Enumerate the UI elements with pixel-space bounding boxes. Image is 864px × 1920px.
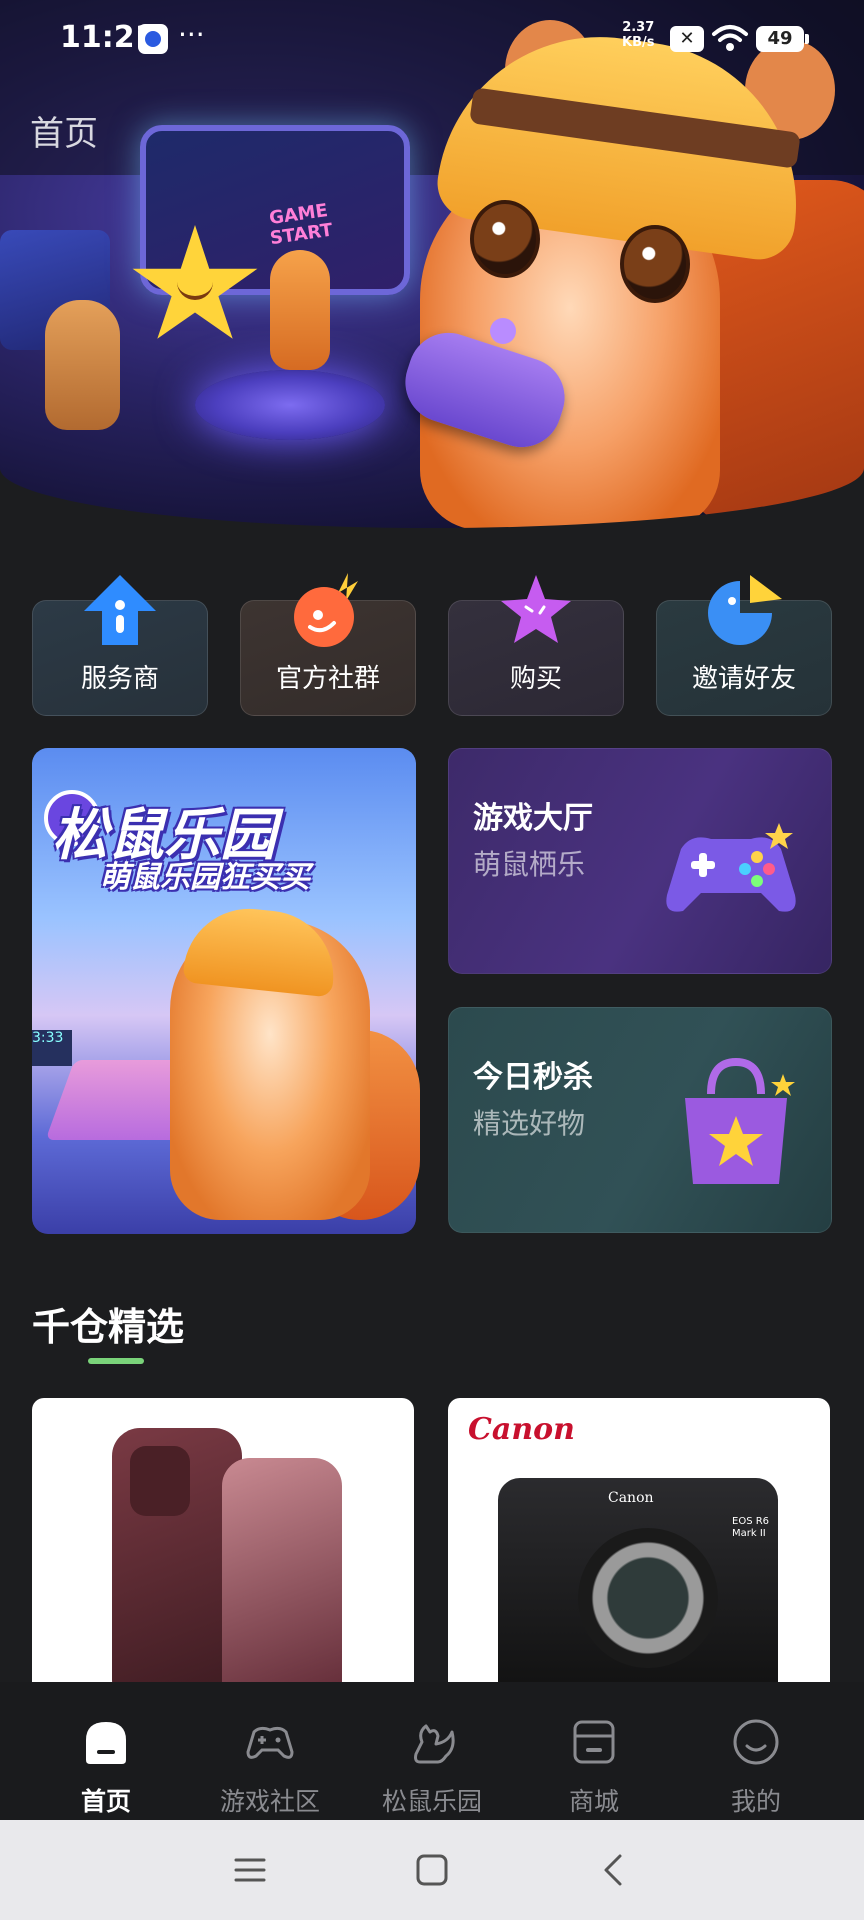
wifi-icon <box>712 25 748 51</box>
fire-ball-icon <box>294 573 358 647</box>
banner-subtitle: 萌鼠乐园狂买买 <box>100 860 310 895</box>
quick-entry-label: 购买 <box>509 664 562 694</box>
hero-small-squirrel <box>270 250 330 370</box>
hero-stage <box>195 370 385 440</box>
more-notifications-icon: ··· <box>178 18 205 51</box>
bottom-navigation: 首页 游戏社区 松鼠乐园 商城 我的 <box>0 1682 864 1820</box>
store-icon <box>573 1720 615 1764</box>
camera-model: EOS R6 Mark II <box>732 1516 770 1539</box>
quick-entry-label: 邀请好友 <box>691 664 796 694</box>
x-box-icon: ✕ <box>670 26 704 52</box>
nav-home[interactable]: 首页 <box>20 1682 192 1820</box>
app-notification-icon <box>138 24 168 54</box>
nav-game-community[interactable]: 游戏社区 <box>184 1682 356 1820</box>
flash-sale-card[interactable]: 今日秒杀 精选好物 <box>448 1007 832 1233</box>
flash-sale-subtitle: 精选好物 <box>473 1107 586 1140</box>
game-hall-subtitle: 萌鼠栖乐 <box>473 848 586 881</box>
smile-icon <box>733 1719 779 1765</box>
menu-icon[interactable] <box>230 1850 270 1890</box>
network-speed-value: 2.37 <box>622 20 655 35</box>
product-card-phone[interactable] <box>32 1398 414 1698</box>
product-card-camera[interactable]: Canon Canon EOS R6 Mark II <box>448 1398 830 1698</box>
nav-label: 松鼠乐园 <box>381 1787 482 1816</box>
back-icon[interactable] <box>594 1850 634 1890</box>
section-title: 千仓精选 <box>32 1305 185 1349</box>
home-icon <box>86 1722 126 1764</box>
camera-brand: Canon <box>608 1490 654 1506</box>
hero-squirrel-eye <box>470 200 540 278</box>
squirrel-icon <box>414 1724 455 1764</box>
quick-entry-invite-friends[interactable]: 邀请好友 <box>656 575 832 716</box>
canon-logo: Canon <box>468 1412 575 1447</box>
nav-label: 我的 <box>730 1787 781 1816</box>
game-hall-title: 游戏大厅 <box>473 801 593 836</box>
battery-icon: 49 <box>756 26 809 52</box>
gamepad-icon <box>666 823 796 912</box>
system-navigation-bar <box>0 1820 864 1920</box>
nav-mine[interactable]: 我的 <box>670 1682 842 1820</box>
pie-icon <box>708 575 782 645</box>
nav-label: 游戏社区 <box>219 1787 320 1816</box>
quick-entry-official-community[interactable]: 官方社群 <box>240 573 416 716</box>
nav-label: 商城 <box>568 1787 619 1816</box>
hero-joystick <box>490 318 516 344</box>
gamepad-icon <box>246 1726 294 1759</box>
flash-sale-title: 今日秒杀 <box>473 1060 593 1095</box>
hero-small-squirrel-left <box>45 300 120 430</box>
product-phone-front <box>222 1458 342 1698</box>
product-camera-body: Canon EOS R6 Mark II <box>498 1478 778 1698</box>
home-button-icon[interactable] <box>412 1850 452 1890</box>
network-speed: 2.37 KB/s <box>622 20 654 50</box>
nav-store[interactable]: 商城 <box>508 1682 680 1820</box>
nav-label: 首页 <box>80 1787 131 1816</box>
arrow-up-icon <box>84 575 156 645</box>
section-underline <box>88 1358 144 1364</box>
network-speed-unit: KB/s <box>622 35 655 50</box>
shopping-bag-icon <box>685 1057 795 1184</box>
star-icon <box>501 575 571 643</box>
banner-screen-decor: 3:33 <box>32 1030 72 1066</box>
quick-entry-service-provider[interactable]: 服务商 <box>32 575 208 716</box>
page-title: 首页 <box>30 114 98 154</box>
quick-entry-buy[interactable]: 购买 <box>448 575 624 716</box>
game-hall-card[interactable]: 游戏大厅 萌鼠栖乐 <box>448 748 832 974</box>
nav-squirrel-park[interactable]: 松鼠乐园 <box>346 1682 518 1820</box>
hero-squirrel-eye <box>620 225 690 303</box>
quick-entry-label: 服务商 <box>80 664 159 694</box>
status-bar: 11:21 ··· 2.37 KB/s ✕ 49 <box>0 0 864 80</box>
quick-entry-label: 官方社群 <box>275 664 380 694</box>
